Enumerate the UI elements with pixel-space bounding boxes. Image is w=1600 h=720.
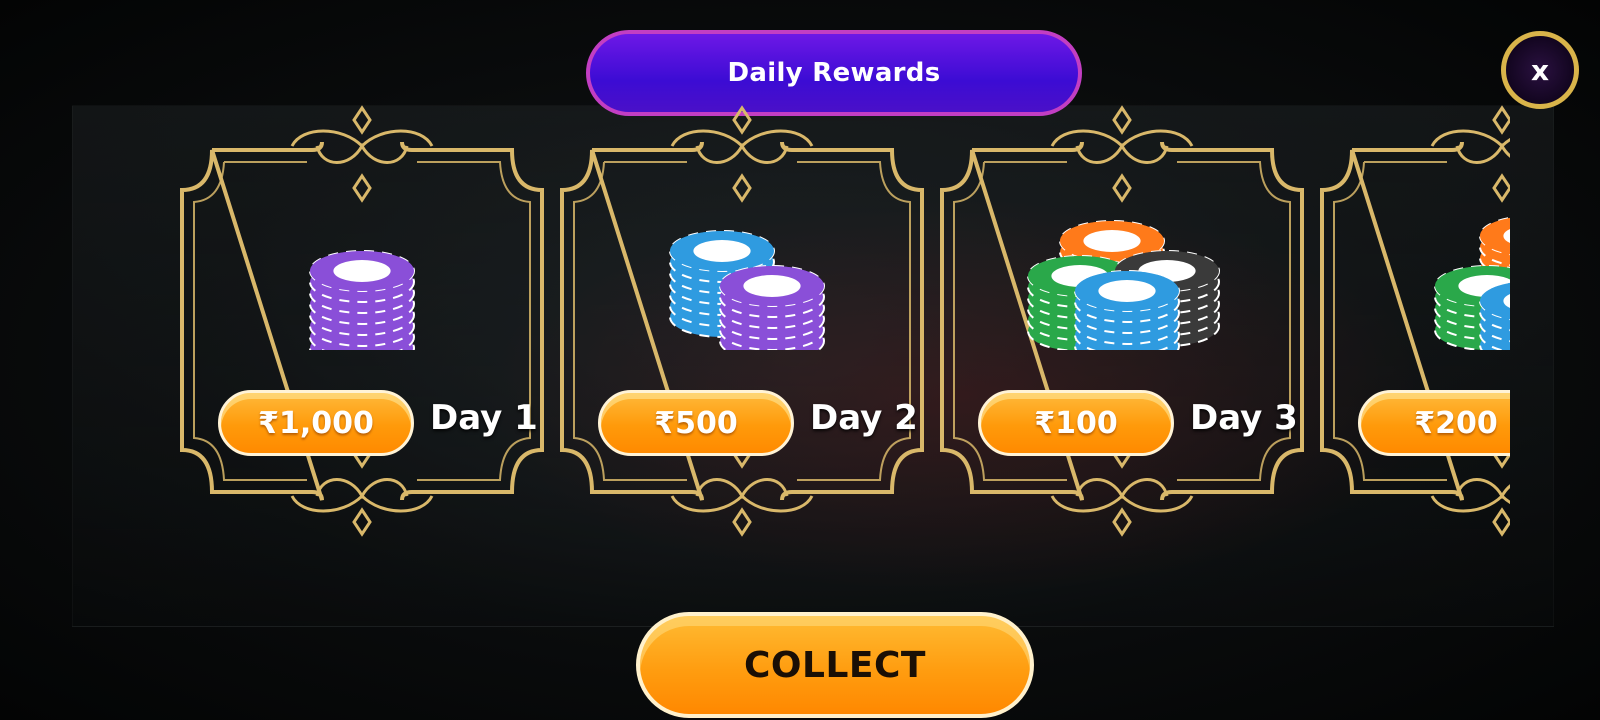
collect-button-label: COLLECT bbox=[744, 644, 926, 686]
chip-stack-icon bbox=[1434, 216, 1510, 350]
day-label: Day 2 bbox=[810, 398, 918, 438]
close-button[interactable]: x bbox=[1501, 31, 1579, 109]
day-label: Day 1 bbox=[430, 398, 538, 438]
page-title: Daily Rewards bbox=[727, 58, 941, 88]
reward-amount-button[interactable]: ₹1,000 bbox=[218, 390, 414, 456]
reward-card-day-1[interactable]: ₹1,000 Day 1 bbox=[172, 100, 552, 550]
chip-stack-icon bbox=[309, 250, 415, 350]
chip-stack-icon bbox=[669, 230, 825, 350]
reward-amount-button[interactable]: ₹100 bbox=[978, 390, 1174, 456]
reward-amount-button[interactable]: ₹500 bbox=[598, 390, 794, 456]
reward-card-day-4[interactable]: ₹200 bbox=[1312, 100, 1510, 550]
collect-button[interactable]: COLLECT bbox=[636, 612, 1034, 718]
close-icon: x bbox=[1530, 53, 1550, 87]
reward-card-day-3[interactable]: ₹100 Day 3 bbox=[932, 100, 1312, 550]
reward-amount-button[interactable]: ₹200 bbox=[1358, 390, 1510, 456]
reward-card-day-2[interactable]: ₹500 Day 2 bbox=[552, 100, 932, 550]
chip-stack-icon bbox=[1027, 220, 1220, 350]
rewards-carousel[interactable]: ₹1,000 Day 1 ₹500 Day 2 ₹100 Day 3 ₹200 bbox=[160, 100, 1510, 550]
day-label: Day 3 bbox=[1190, 398, 1298, 438]
